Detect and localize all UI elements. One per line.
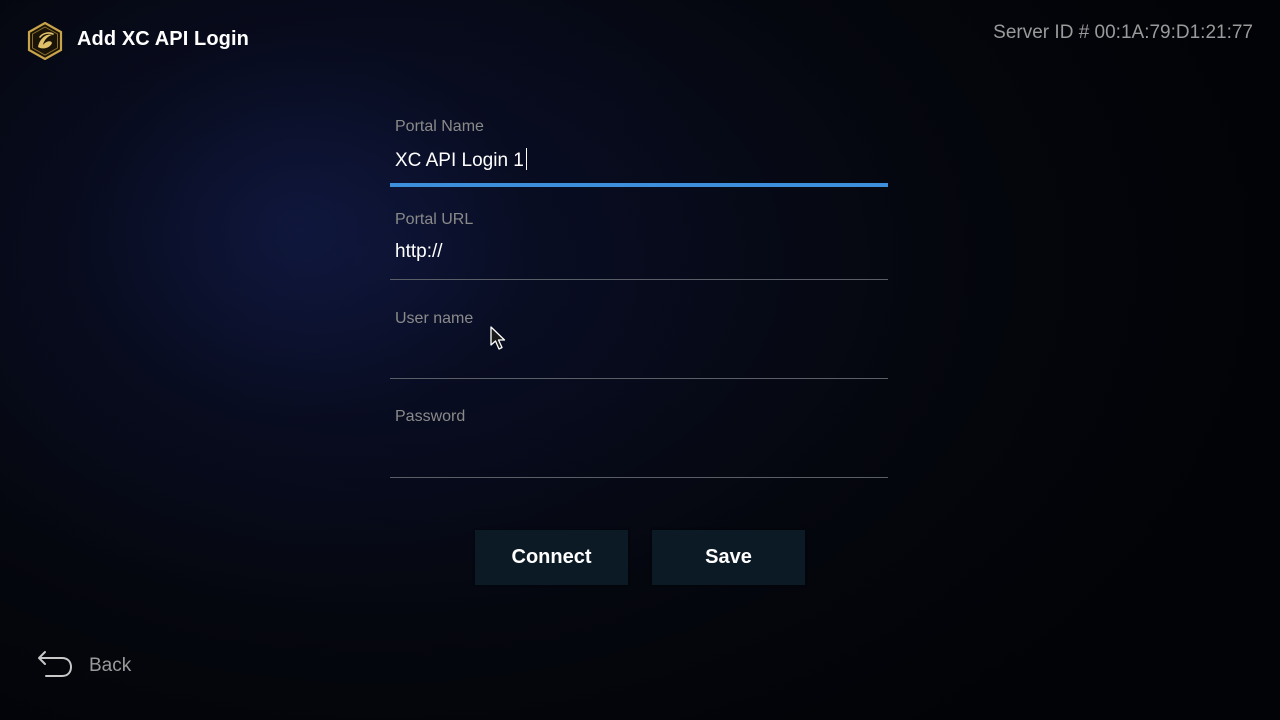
- back-label: Back: [89, 655, 132, 676]
- server-id-label: Server ID # 00:1A:79:D1:21:77: [993, 22, 1253, 43]
- portal-url-underline: [390, 279, 888, 280]
- portal-name-field[interactable]: Portal Name XC API Login 1: [390, 118, 888, 198]
- mouse-pointer-icon: [490, 326, 508, 352]
- password-label: Password: [395, 408, 466, 425]
- portal-name-input[interactable]: XC API Login 1: [395, 150, 524, 171]
- portal-url-input[interactable]: http://: [395, 241, 443, 263]
- connect-button[interactable]: Connect: [475, 530, 628, 585]
- portal-name-value-wrap[interactable]: XC API Login 1: [395, 148, 528, 172]
- back-button[interactable]: Back: [30, 650, 131, 682]
- save-button[interactable]: Save: [652, 530, 805, 585]
- portal-url-field[interactable]: Portal URL http://: [390, 211, 888, 291]
- portal-name-label: Portal Name: [395, 118, 484, 135]
- user-name-field[interactable]: User name: [390, 310, 888, 390]
- app-logo-icon: [26, 21, 64, 61]
- back-arrow-icon: [30, 650, 74, 682]
- text-caret: [525, 148, 528, 170]
- password-field[interactable]: Password: [390, 408, 888, 488]
- user-name-underline: [390, 378, 888, 379]
- portal-name-underline: [390, 183, 888, 187]
- page-title: Add XC API Login: [77, 28, 249, 50]
- user-name-label: User name: [395, 310, 474, 327]
- portal-url-label: Portal URL: [395, 211, 474, 228]
- password-underline: [390, 477, 888, 478]
